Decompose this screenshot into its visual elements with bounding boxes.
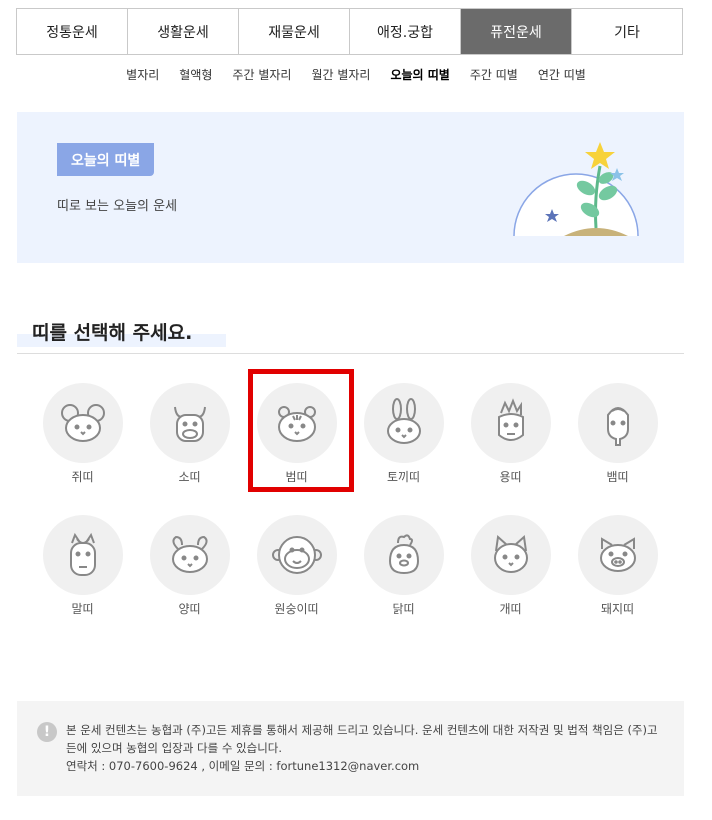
rabbit-icon [386, 398, 421, 444]
tab-traditional[interactable]: 정통운세 [17, 9, 128, 54]
subnav-weekly-constellation[interactable]: 주간 별자리 [222, 66, 301, 83]
subnav-yearly-zodiac[interactable]: 연간 띠별 [528, 66, 596, 83]
zodiac-horse-circle [42, 515, 123, 595]
zodiac-pig-circle [577, 515, 658, 595]
zodiac-label: 토끼띠 [386, 470, 421, 484]
info-icon: ! [37, 722, 57, 742]
zodiac-dog-circle [470, 515, 551, 595]
tab-wealth[interactable]: 재물운세 [239, 9, 350, 54]
zodiac-label: 쥐띠 [71, 470, 94, 484]
subnav-monthly-constellation[interactable]: 월간 별자리 [301, 66, 380, 83]
page-banner: 오늘의 띠별 띠로 보는 오늘의 운세 [17, 112, 684, 263]
zodiac-rat[interactable]: 쥐띠 [29, 383, 136, 485]
select-zodiac-heading: 띠를 선택해 주세요. [32, 322, 193, 344]
zodiac-ox[interactable]: 소띠 [136, 383, 243, 485]
zodiac-sheep-circle [149, 515, 230, 595]
ox-icon [173, 406, 206, 442]
zodiac-horse[interactable]: 말띠 [29, 515, 136, 617]
dragon-icon [497, 398, 524, 441]
section-heading: 띠를 선택해 주세요. [17, 316, 684, 354]
banner-title-badge: 오늘의 띠별 [57, 143, 155, 176]
notice-text: 본 운세 컨텐츠는 농협과 (주)고든 제휴를 통해서 제공해 드리고 있습니다… [66, 721, 666, 775]
zodiac-label: 개띠 [499, 602, 522, 616]
dog-icon [493, 535, 528, 573]
tab-life[interactable]: 생활운세 [128, 9, 239, 54]
plant-star-illustration-icon [513, 142, 639, 237]
zodiac-dog[interactable]: 개띠 [457, 515, 564, 617]
zodiac-rooster[interactable]: 닭띠 [350, 515, 457, 617]
zodiac-rabbit[interactable]: 토끼띠 [350, 383, 457, 485]
zodiac-monkey-circle [256, 515, 337, 595]
zodiac-tiger-circle [256, 383, 337, 463]
horse-icon [69, 532, 96, 576]
pig-icon [599, 537, 636, 572]
tab-love[interactable]: 애정.궁합 [350, 9, 461, 54]
zodiac-label: 돼지띠 [600, 602, 635, 616]
zodiac-sheep[interactable]: 양띠 [136, 515, 243, 617]
tiger-icon [277, 406, 316, 442]
snake-icon [606, 407, 629, 446]
tab-etc[interactable]: 기타 [572, 9, 682, 54]
sheep-icon [171, 535, 208, 573]
notice-line-1: 본 운세 컨텐츠는 농협과 (주)고든 제휴를 통해서 제공해 드리고 있습니다… [66, 723, 658, 755]
zodiac-label: 용띠 [499, 470, 522, 484]
sub-navigation: 별자리 혈액형 주간 별자리 월간 별자리 오늘의 띠별 주간 띠별 연간 띠별 [0, 66, 712, 83]
subnav-weekly-zodiac[interactable]: 주간 띠별 [460, 66, 528, 83]
zodiac-pig[interactable]: 돼지띠 [564, 515, 671, 617]
zodiac-rat-circle [42, 383, 123, 463]
zodiac-label: 원숭이띠 [274, 602, 319, 616]
zodiac-label: 닭띠 [392, 602, 415, 616]
subnav-constellation[interactable]: 별자리 [116, 66, 169, 83]
zodiac-label: 소띠 [178, 470, 201, 484]
banner-description: 띠로 보는 오늘의 운세 [57, 199, 178, 214]
zodiac-monkey[interactable]: 원숭이띠 [243, 515, 350, 617]
zodiac-dragon-circle [470, 383, 551, 463]
zodiac-label: 범띠 [285, 470, 308, 484]
subnav-today-zodiac[interactable]: 오늘의 띠별 [380, 66, 459, 83]
zodiac-snake-circle [577, 383, 658, 463]
zodiac-rooster-circle [363, 515, 444, 595]
category-tabs: 정통운세 생활운세 재물운세 애정.궁합 퓨전운세 기타 [16, 8, 683, 55]
zodiac-snake[interactable]: 뱀띠 [564, 383, 671, 485]
subnav-blood-type[interactable]: 혈액형 [169, 66, 222, 83]
rooster-icon [388, 534, 419, 575]
zodiac-label: 말띠 [71, 602, 94, 616]
zodiac-grid: 쥐띠 소띠 범띠 토끼띠 용띠 뱀띠 말띠 양띠 원숭이띠 닭띠 개띠 돼지띠 [29, 383, 669, 617]
tab-fusion[interactable]: 퓨전운세 [461, 9, 572, 54]
zodiac-ox-circle [149, 383, 230, 463]
zodiac-tiger[interactable]: 범띠 [243, 383, 350, 485]
rat-icon [60, 404, 105, 442]
zodiac-dragon[interactable]: 용띠 [457, 383, 564, 485]
zodiac-label: 양띠 [178, 602, 201, 616]
notice-line-2: 연락처 : 070-7600-9624 , 이메일 문의 : fortune13… [66, 759, 420, 773]
zodiac-rabbit-circle [363, 383, 444, 463]
copyright-notice: ! 본 운세 컨텐츠는 농협과 (주)고든 제휴를 통해서 제공해 드리고 있습… [17, 701, 684, 796]
zodiac-label: 뱀띠 [606, 470, 629, 484]
monkey-icon [271, 536, 322, 574]
